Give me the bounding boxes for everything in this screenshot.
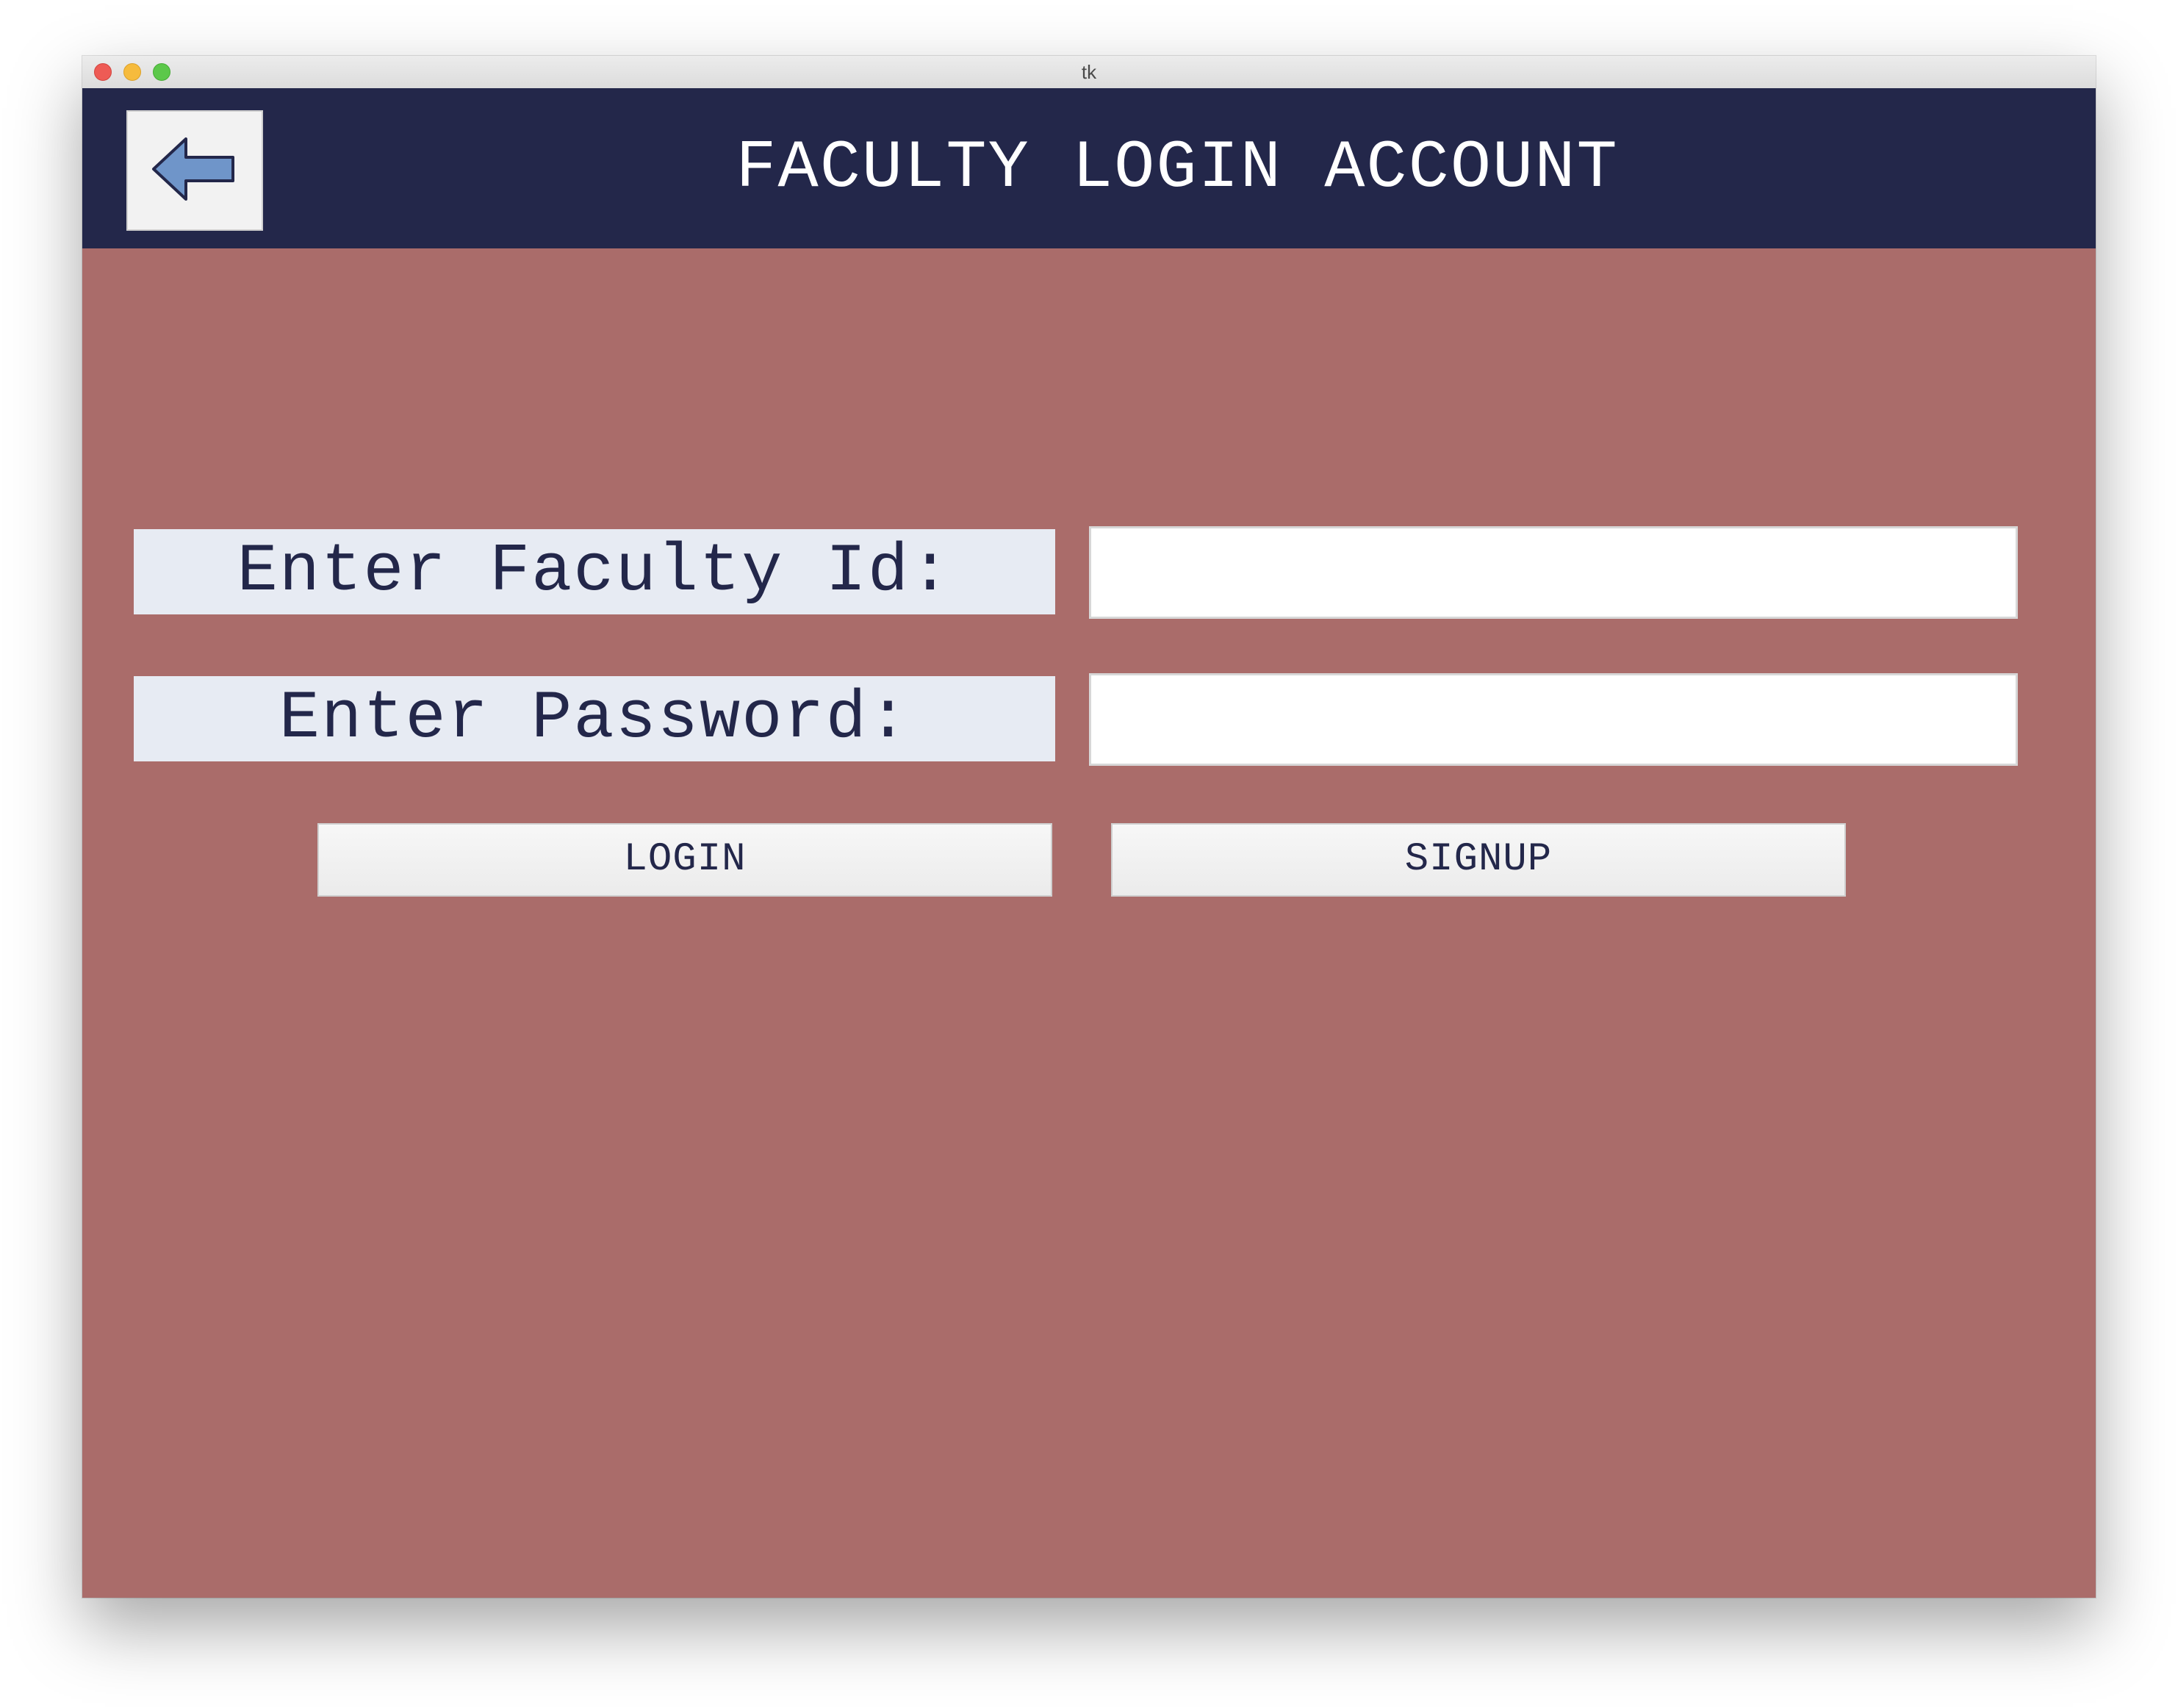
window-title: tk [1081,61,1097,83]
page-header: FACULTY LOGIN ACCOUNT [82,88,2096,248]
back-button[interactable] [126,110,263,231]
faculty-id-label: Enter Faculty Id: [134,529,1055,614]
app-window: tk FACULTY LOGIN ACCOUNT Enter Faculty I… [82,56,2096,1598]
window-titlebar: tk [82,56,2096,89]
password-label: Enter Password: [134,676,1055,761]
signup-button[interactable]: SIGNUP [1111,823,1846,897]
login-button[interactable]: LOGIN [317,823,1052,897]
page-title: FACULTY LOGIN ACCOUNT [736,129,1619,207]
password-input[interactable] [1089,673,2018,766]
arrow-left-icon [151,134,239,207]
faculty-id-input[interactable] [1089,526,2018,619]
